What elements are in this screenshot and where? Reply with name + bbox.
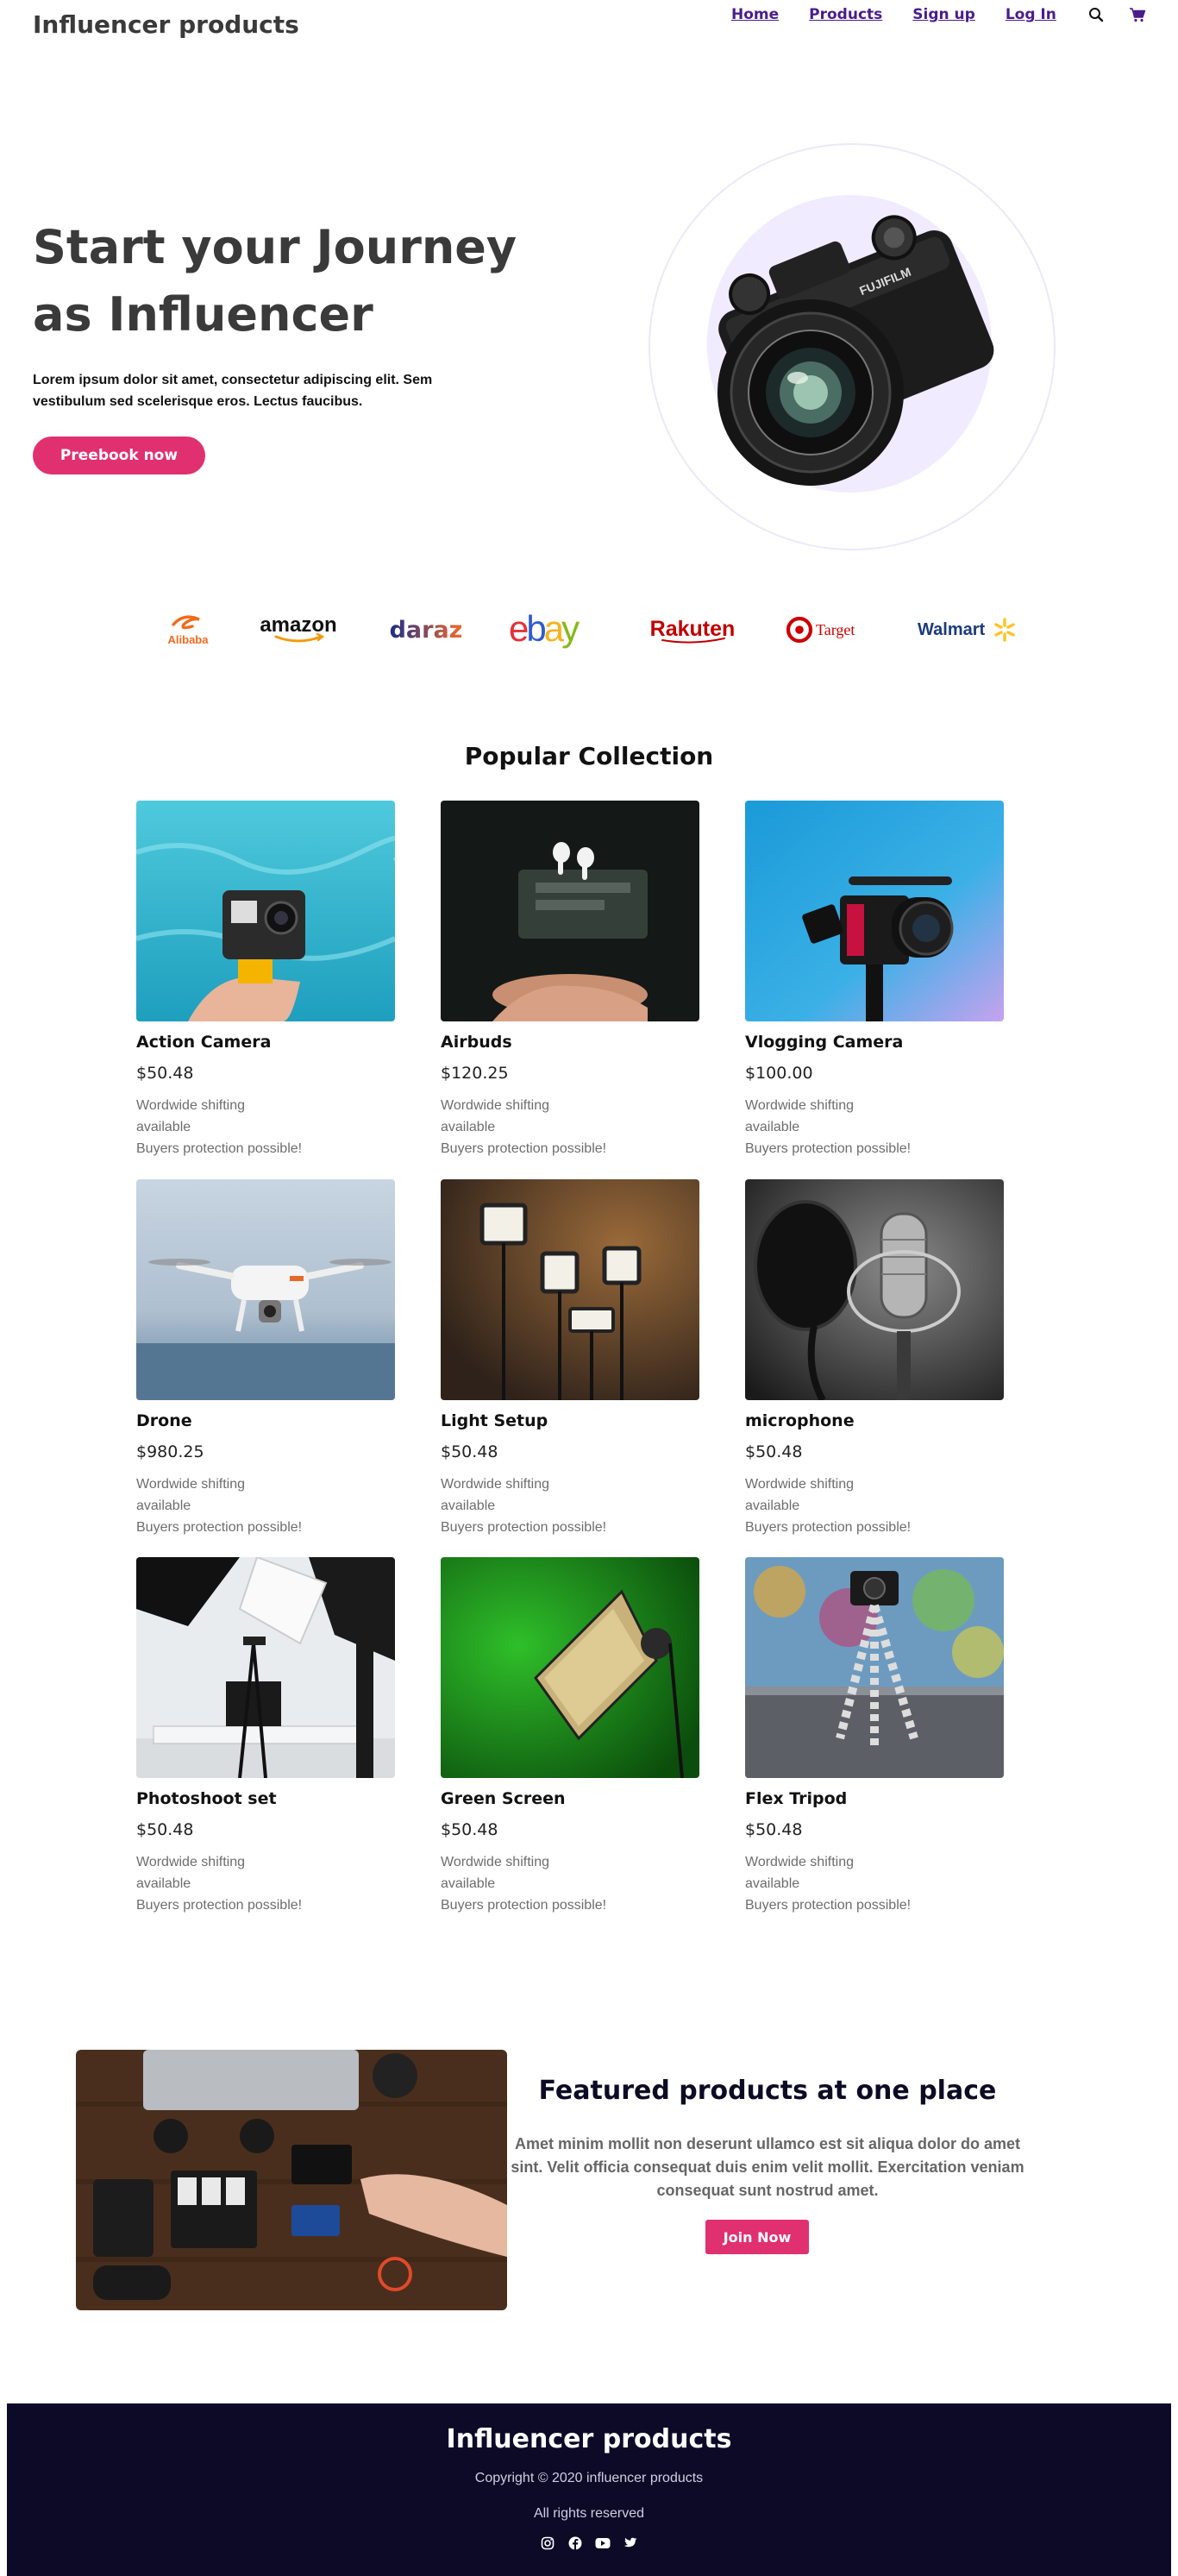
shipping-info: Wordwide shifting available — [441, 1477, 549, 1513]
shipping-info: Wordwide shifting available — [441, 1855, 549, 1891]
protection-info: Buyers protection possible! — [745, 1520, 912, 1535]
nav-link-login[interactable]: Log In — [1006, 6, 1056, 23]
product-price: $50.48 — [745, 1820, 803, 1839]
product-price: $980.25 — [136, 1442, 204, 1461]
join-now-button[interactable]: Join Now — [705, 2220, 809, 2254]
svg-text:Target: Target — [816, 621, 855, 638]
nav-link-home[interactable]: Home — [731, 6, 779, 23]
search-icon[interactable] — [1087, 5, 1106, 24]
product-image[interactable] — [441, 801, 699, 1021]
product-image[interactable] — [136, 1179, 395, 1400]
instagram-icon[interactable] — [539, 2535, 556, 2552]
product-image[interactable] — [745, 801, 1004, 1021]
daraz-logo: daraz — [383, 604, 469, 656]
footer-rights: All rights reserved — [533, 2506, 645, 2521]
product-image[interactable] — [745, 1557, 1004, 1778]
product-price: $50.48 — [136, 1820, 194, 1839]
product-image[interactable] — [441, 1557, 699, 1779]
shipping-info: Wordwide shifting available — [136, 1098, 245, 1134]
cart-icon[interactable] — [1128, 5, 1147, 24]
product-price: $50.48 — [441, 1442, 498, 1461]
footer-copyright: Copyright © 2020 influencer products — [474, 2471, 704, 2485]
product-price: $50.48 — [745, 1442, 803, 1461]
shipping-info: Wordwide shifting available — [745, 1098, 854, 1134]
product-image[interactable] — [135, 801, 410, 1021]
product-card-vlogging-camera[interactable]: Vlogging Camera $100.00 Wordwide shiftin… — [745, 801, 1004, 1159]
protection-info: Buyers protection possible! — [745, 1898, 912, 1913]
shipping-info: Wordwide shifting available — [136, 1855, 245, 1891]
protection-info: Buyers protection possible! — [136, 1520, 303, 1535]
protection-info: Buyers protection possible! — [441, 1520, 607, 1535]
svg-text:Walmart: Walmart — [918, 620, 986, 639]
svg-text:Rakuten: Rakuten — [650, 617, 736, 641]
svg-text:Alibaba: Alibaba — [167, 633, 209, 646]
brand-logo[interactable]: Influencer products — [33, 10, 299, 39]
product-card-green-screen[interactable]: Green Screen $50.48 Wordwide shifting av… — [441, 1557, 699, 1916]
product-image[interactable] — [441, 1179, 699, 1400]
shipping-info: Wordwide shifting available — [136, 1477, 245, 1513]
shipping-info: Wordwide shifting available — [745, 1477, 854, 1513]
facebook-icon[interactable] — [567, 2535, 584, 2552]
nav-menu: Home Products Sign up Log In — [731, 5, 1169, 24]
ebay-logo: ebay — [509, 604, 598, 656]
alibaba-logo: Alibaba — [155, 604, 220, 656]
protection-info: Buyers protection possible! — [441, 1898, 607, 1913]
preebook-button[interactable]: Preebook now — [33, 437, 205, 474]
walmart-logo: Walmart — [914, 604, 1018, 656]
product-price: $100.00 — [745, 1064, 813, 1083]
product-card-light-setup[interactable]: Light Setup $50.48 Wordwide shifting ava… — [441, 1179, 699, 1538]
hero-description: Lorem ipsum dolor sit amet, consectetur … — [33, 373, 433, 409]
amazon-logo: amazon — [255, 604, 341, 656]
product-card-drone[interactable]: Drone $980.25 Wordwide shifting availabl… — [136, 1179, 395, 1538]
product-price: $50.48 — [136, 1064, 194, 1083]
rakuten-logo: Rakuten — [645, 604, 740, 656]
product-card-action-camera[interactable]: Action Camera $50.48 Wordwide shifting a… — [135, 801, 410, 1159]
hero-camera-image: FUJIFILM — [717, 215, 994, 486]
product-name[interactable]: Green Screen — [441, 1789, 699, 1808]
shipping-info: Wordwide shifting available — [745, 1855, 854, 1891]
product-card-photoshoot-set[interactable]: Photoshoot set $50.48 Wordwide shifting … — [136, 1555, 395, 1916]
top-nav: Influencer products Home Products Sign u… — [0, 0, 1178, 52]
protection-info: Buyers protection possible! — [136, 1898, 303, 1913]
nav-link-products[interactable]: Products — [809, 6, 882, 23]
svg-text:amazon: amazon — [260, 613, 336, 637]
product-name[interactable]: Light Setup — [441, 1411, 699, 1430]
social-links — [7, 2535, 1171, 2552]
product-name[interactable]: Drone — [136, 1411, 395, 1430]
collection-title: Popular Collection — [464, 742, 714, 770]
featured-title: Featured products at one place — [538, 2076, 997, 2106]
product-image[interactable] — [745, 1179, 1004, 1402]
product-price: $50.48 — [441, 1820, 498, 1839]
protection-info: Buyers protection possible! — [136, 1141, 303, 1156]
product-card-flex-tripod[interactable]: Flex Tripod $50.48 Wordwide shifting ava… — [745, 1557, 1004, 1916]
svg-text:daraz: daraz — [390, 617, 463, 644]
product-name[interactable]: Action Camera — [136, 1033, 395, 1052]
product-name[interactable]: Flex Tripod — [745, 1789, 1004, 1808]
twitter-icon[interactable] — [622, 2535, 639, 2552]
featured-description: Amet minim mollit non deserunt ullamco e… — [511, 2135, 1024, 2199]
youtube-icon[interactable] — [594, 2535, 611, 2552]
product-price: $120.25 — [441, 1064, 509, 1083]
product-card-airbuds[interactable]: Airbuds $120.25 Wordwide shifting availa… — [441, 801, 699, 1159]
footer: Influencer products Copyright © 2020 inf… — [7, 2403, 1171, 2576]
product-name[interactable]: Airbuds — [441, 1033, 699, 1052]
hero-title: Start your Journey as Influencer — [33, 220, 517, 342]
product-name[interactable]: Photoshoot set — [136, 1789, 395, 1808]
footer-brand: Influencer products — [446, 2424, 732, 2454]
nav-link-signup[interactable]: Sign up — [912, 6, 975, 23]
product-card-microphone[interactable]: microphone $50.48 Wordwide shifting avai… — [745, 1179, 1004, 1538]
protection-info: Buyers protection possible! — [441, 1141, 607, 1156]
protection-info: Buyers protection possible! — [745, 1141, 912, 1156]
featured-image — [76, 2050, 507, 2310]
product-name[interactable]: microphone — [745, 1411, 1004, 1430]
product-image[interactable] — [136, 1555, 395, 1779]
svg-text:ebay: ebay — [509, 608, 580, 649]
shipping-info: Wordwide shifting available — [441, 1098, 549, 1134]
product-name[interactable]: Vlogging Camera — [745, 1033, 1004, 1052]
target-logo: Target — [785, 604, 871, 656]
partner-logos: Alibaba amazon daraz ebay Rakuten Target… — [0, 604, 1178, 656]
